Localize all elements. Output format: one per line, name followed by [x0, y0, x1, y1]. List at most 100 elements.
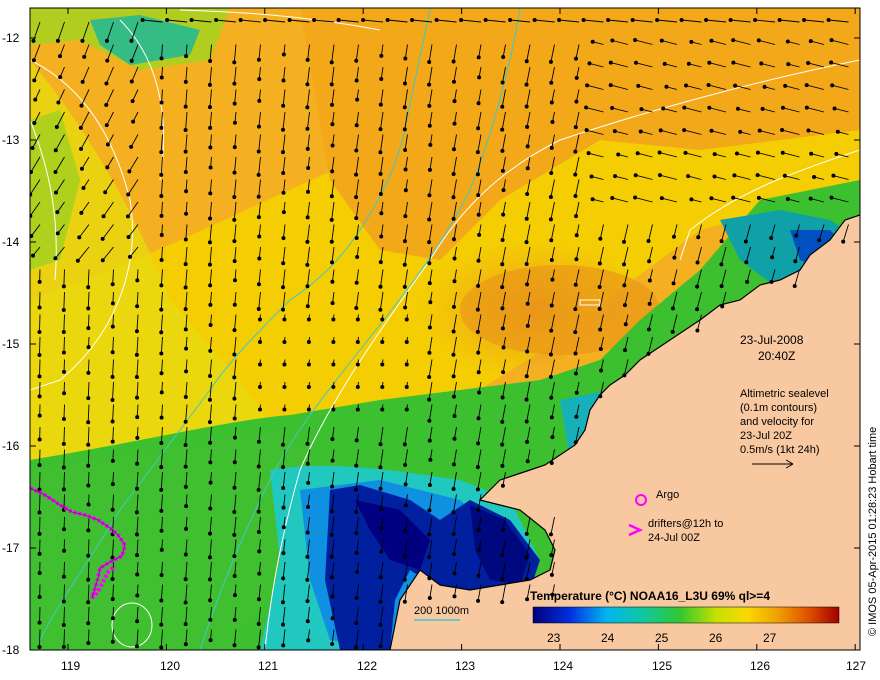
velocity-arrow-head [379, 549, 384, 554]
velocity-arrow-head [402, 599, 407, 604]
velocity-arrow-head [208, 374, 213, 379]
velocity-arrow-head [452, 121, 457, 126]
velocity-arrow-head [257, 234, 262, 239]
velocity-arrow-head [281, 236, 286, 241]
velocity-arrow-head [134, 644, 139, 649]
velocity-arrow-head [403, 462, 408, 467]
velocity-arrow-head [826, 18, 831, 23]
velocity-arrow-head [282, 339, 287, 344]
velocity-arrow-head [330, 575, 335, 580]
velocity-arrow-head [135, 553, 140, 558]
velocity-arrow-head [378, 102, 383, 107]
velocity-arrow-head [756, 195, 761, 200]
velocity-arrow-head [782, 173, 787, 178]
velocity-arrow-head [37, 279, 42, 284]
velocity-arrow-head [86, 463, 91, 468]
velocity-arrow-head [378, 150, 383, 155]
velocity-arrow-head [61, 441, 66, 446]
velocity-arrow-head [403, 167, 408, 172]
velocity-arrow-head [829, 195, 834, 200]
velocity-arrow-head [451, 352, 456, 357]
velocity-arrow-head [378, 486, 383, 491]
velocity-arrow-head [549, 395, 554, 400]
velocity-arrow-head [573, 172, 578, 177]
velocity-arrow-head [232, 352, 237, 357]
velocity-arrow-head [695, 260, 700, 265]
velocity-arrow-head [207, 105, 212, 110]
velocity-arrow-head [207, 420, 212, 425]
velocity-arrow-head [135, 572, 140, 577]
velocity-arrow-head [183, 577, 188, 582]
velocity-arrow-head [232, 485, 237, 490]
velocity-arrow-head [256, 57, 261, 62]
velocity-arrow-head [355, 97, 360, 102]
velocity-arrow-head [477, 232, 482, 237]
velocity-arrow-head [256, 464, 261, 469]
velocity-arrow-head [232, 416, 237, 421]
velocity-arrow-head [126, 192, 131, 197]
velocity-arrow-head [86, 306, 91, 311]
velocity-arrow-head [232, 396, 237, 401]
velocity-arrow-head [159, 150, 164, 155]
velocity-arrow-head [86, 420, 91, 425]
velocity-arrow-head [256, 194, 261, 199]
velocity-arrow-head [208, 165, 213, 170]
velocity-arrow-head [451, 510, 456, 515]
velocity-arrow-head [549, 572, 554, 577]
velocity-arrow-head [695, 284, 700, 289]
velocity-arrow-head [37, 551, 42, 556]
velocity-arrow-head [354, 438, 359, 443]
velocity-arrow-head [451, 487, 456, 492]
velocity-arrow-head [719, 239, 724, 244]
velocity-arrow-head [427, 103, 432, 108]
velocity-arrow-head [135, 619, 140, 624]
velocity-arrow-head [707, 105, 712, 110]
velocity-arrow-head [354, 463, 359, 468]
velocity-arrow-head [110, 301, 115, 306]
velocity-arrow-head [305, 146, 310, 151]
velocity-arrow-head [306, 638, 311, 643]
velocity-arrow-head [734, 151, 739, 156]
velocity-arrow-head [573, 149, 578, 154]
velocity-arrow-head [403, 188, 408, 193]
velocity-arrow-head [55, 231, 60, 236]
velocity-arrow-head [305, 619, 310, 624]
velocity-arrow-head [574, 75, 579, 80]
velocity-arrow-head [403, 214, 408, 219]
velocity-arrow-head [709, 38, 714, 43]
velocity-arrow-head [610, 105, 615, 110]
velocity-arrow-head [306, 339, 311, 344]
velocity-arrow-head [500, 285, 505, 290]
velocity-arrow-head [305, 577, 310, 582]
velocity-arrow-head [207, 82, 212, 87]
velocity-arrow-head [207, 555, 212, 560]
velocity-arrow-head [189, 18, 194, 23]
velocity-arrow-head [744, 260, 749, 265]
velocity-arrow-head [451, 531, 456, 536]
velocity-arrow-head [305, 82, 310, 87]
velocity-arrow-head [330, 102, 335, 107]
altimetry-line: (0.1m contours) [740, 402, 817, 414]
argo-label: Argo [656, 489, 679, 501]
velocity-arrow-head [704, 18, 709, 23]
velocity-arrow-head [525, 597, 530, 602]
velocity-arrow-head [475, 307, 480, 312]
velocity-arrow-head [380, 362, 385, 367]
velocity-arrow-head [110, 439, 115, 444]
velocity-arrow-head [282, 384, 287, 389]
velocity-arrow-head [379, 526, 384, 531]
velocity-arrow [87, 314, 90, 329]
velocity-arrow-head [135, 304, 140, 309]
velocity-arrow-head [32, 78, 37, 83]
velocity-arrow-head [232, 60, 237, 65]
velocity-arrow-head [550, 435, 555, 440]
velocity-arrow-head [104, 123, 109, 128]
velocity-arrow-head [427, 418, 432, 423]
velocity-arrow-head [622, 373, 627, 378]
velocity-arrow-head [330, 169, 335, 174]
velocity-arrow-head [427, 167, 432, 172]
velocity-arrow-head [475, 172, 480, 177]
velocity-arrow-head [451, 216, 456, 221]
velocity-arrow-head [183, 262, 188, 267]
velocity-arrow-head [207, 240, 212, 245]
